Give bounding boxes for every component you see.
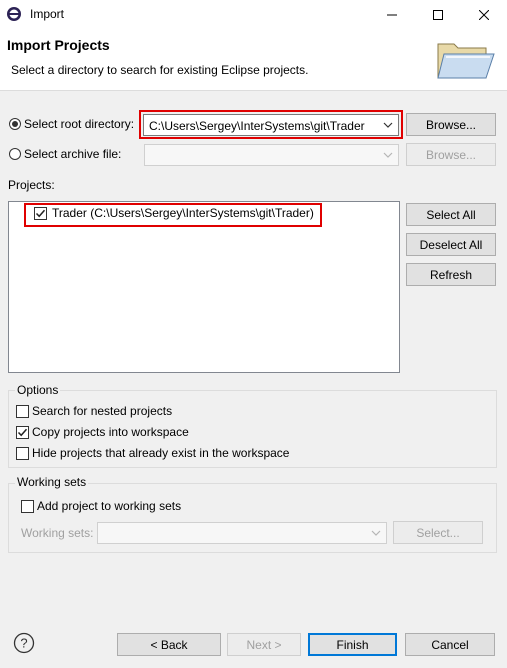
checkmark-icon (17, 428, 28, 437)
refresh-button[interactable]: Refresh (406, 263, 496, 286)
checkmark-icon (35, 209, 46, 218)
next-button[interactable]: Next > (227, 633, 301, 656)
copy-into-workspace-checkbox[interactable] (16, 426, 29, 439)
project-item-label[interactable]: Trader (C:\Users\Sergey\InterSystems\git… (52, 206, 314, 220)
page-description: Select a directory to search for existin… (11, 63, 309, 77)
hide-existing-checkbox[interactable] (16, 447, 29, 460)
project-checkbox[interactable] (34, 207, 47, 220)
working-sets-combo[interactable] (97, 522, 387, 544)
help-button[interactable]: ? (13, 632, 35, 654)
projects-label: Projects: (8, 178, 55, 192)
options-group-label: Options (15, 383, 61, 397)
minimize-button[interactable] (369, 0, 415, 29)
close-button[interactable] (461, 0, 507, 29)
close-icon (479, 9, 489, 20)
search-nested-checkbox[interactable] (16, 405, 29, 418)
archive-file-label: Select archive file: (24, 147, 122, 161)
window-title: Import (30, 7, 65, 21)
root-directory-radio[interactable] (9, 118, 21, 130)
add-to-working-sets-checkbox[interactable] (21, 500, 34, 513)
chevron-down-icon (383, 122, 393, 128)
title-bar: Import (0, 0, 507, 29)
root-browse-button[interactable]: Browse... (406, 113, 496, 136)
open-folder-icon (434, 38, 496, 85)
back-button[interactable]: < Back (117, 633, 221, 656)
page-title: Import Projects (7, 37, 110, 53)
archive-file-combo[interactable] (144, 144, 399, 166)
archive-file-radio[interactable] (9, 148, 21, 160)
wizard-header: Import Projects Select a directory to se… (0, 29, 507, 91)
svg-text:?: ? (20, 636, 27, 651)
search-nested-label: Search for nested projects (32, 404, 173, 418)
deselect-all-button[interactable]: Deselect All (406, 233, 496, 256)
working-sets-group-label: Working sets (15, 475, 89, 489)
finish-button[interactable]: Finish (308, 633, 397, 656)
root-directory-label: Select root directory: (24, 117, 135, 131)
chevron-down-icon (383, 152, 393, 158)
maximize-button[interactable] (415, 0, 461, 29)
hide-existing-label: Hide projects that already exist in the … (32, 446, 290, 460)
select-all-button[interactable]: Select All (406, 203, 496, 226)
root-directory-value: C:\Users\Sergey\InterSystems\git\Trader (149, 119, 365, 133)
chevron-down-icon (371, 530, 381, 536)
help-icon: ? (13, 632, 35, 654)
minimize-icon (387, 14, 397, 15)
root-directory-combo[interactable]: C:\Users\Sergey\InterSystems\git\Trader (143, 114, 399, 136)
eclipse-icon (6, 6, 22, 22)
working-sets-select-button[interactable]: Select... (393, 521, 483, 544)
maximize-icon (433, 9, 443, 20)
archive-browse-button[interactable]: Browse... (406, 143, 496, 166)
working-sets-label: Working sets: (21, 526, 94, 540)
add-to-working-sets-label: Add project to working sets (37, 499, 182, 513)
copy-into-workspace-label: Copy projects into workspace (32, 425, 189, 439)
cancel-button[interactable]: Cancel (405, 633, 495, 656)
